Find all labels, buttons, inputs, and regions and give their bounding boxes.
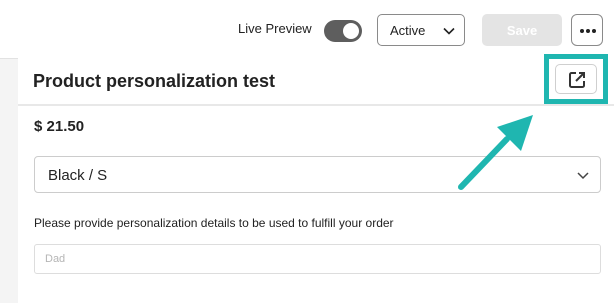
- variant-select-value: Black / S: [48, 167, 108, 184]
- panel-header: Product personalization test: [18, 54, 614, 106]
- product-title: Product personalization test: [33, 71, 276, 91]
- status-select[interactable]: Active: [377, 14, 465, 46]
- product-price: $ 21.50: [34, 118, 85, 135]
- status-select-value: Active: [390, 23, 426, 38]
- chevron-down-icon: [443, 27, 455, 35]
- external-link-icon: [569, 72, 585, 88]
- personalization-input[interactable]: [34, 244, 601, 274]
- pointer-arrow-icon: [458, 115, 533, 190]
- personalization-instruction: Please provide personalization details t…: [34, 216, 394, 230]
- top-toolbar: Live Preview Active Save: [0, 0, 614, 59]
- more-actions-button[interactable]: [571, 14, 603, 46]
- open-in-new-highlight: [544, 54, 608, 104]
- save-button[interactable]: Save: [482, 14, 562, 46]
- ellipsis-icon: [580, 29, 584, 33]
- ellipsis-icon: [586, 29, 590, 33]
- ellipsis-icon: [592, 29, 596, 33]
- live-preview-toggle[interactable]: [324, 20, 362, 42]
- toggle-knob: [343, 23, 359, 39]
- chevron-down-icon: [577, 172, 589, 180]
- open-in-new-button[interactable]: [555, 64, 597, 94]
- live-preview-label: Live Preview: [238, 21, 312, 36]
